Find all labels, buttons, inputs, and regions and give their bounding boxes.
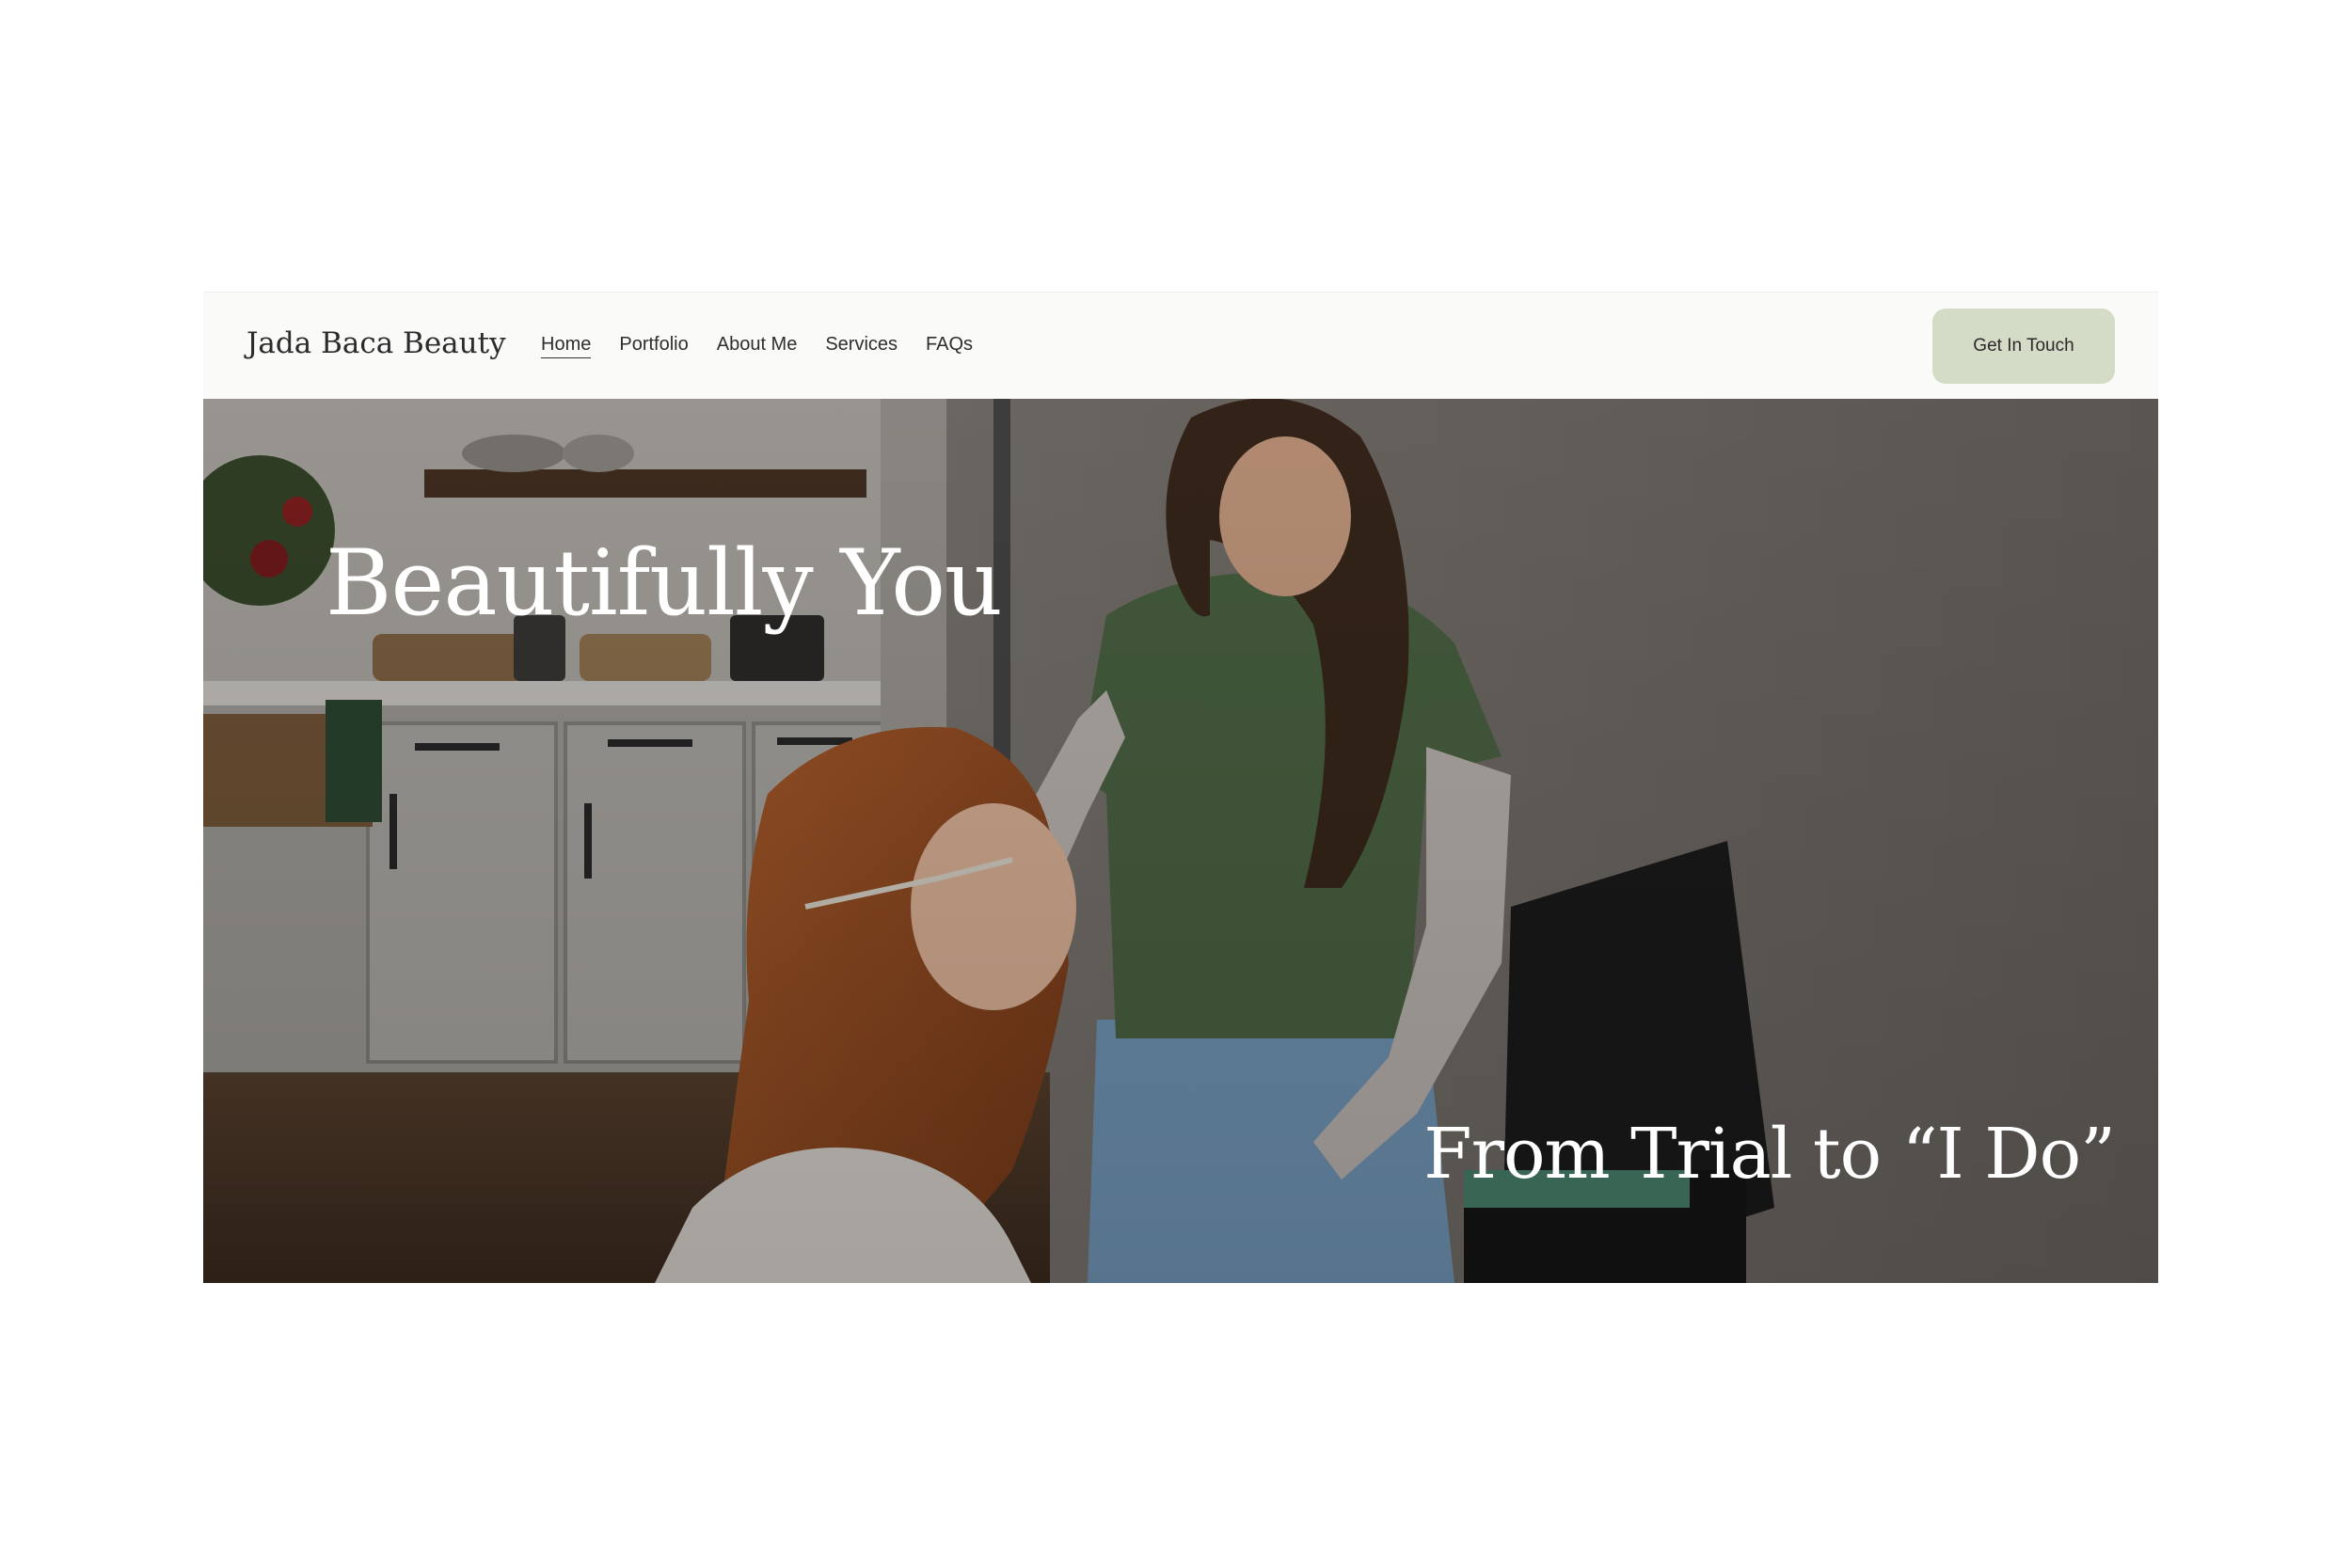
- site-header: Jada Baca Beauty Home Portfolio About Me…: [203, 292, 2158, 400]
- nav-link-about-me[interactable]: About Me: [717, 334, 798, 358]
- hero-tagline: From Trial to “I Do”: [1423, 1114, 2116, 1195]
- nav-link-faqs[interactable]: FAQs: [926, 334, 973, 358]
- hero-heading: Beautifully You: [326, 531, 1003, 636]
- hero-section: Beautifully You From Trial to “I Do”: [203, 399, 2158, 1283]
- website-frame: Jada Baca Beauty Home Portfolio About Me…: [203, 292, 2158, 1283]
- main-nav: Home Portfolio About Me Services FAQs: [541, 334, 973, 358]
- nav-link-home[interactable]: Home: [541, 334, 592, 358]
- get-in-touch-button[interactable]: Get In Touch: [1932, 309, 2115, 384]
- nav-link-services[interactable]: Services: [825, 334, 898, 358]
- brand-logo[interactable]: Jada Baca Beauty: [246, 326, 506, 360]
- nav-link-portfolio[interactable]: Portfolio: [619, 334, 688, 358]
